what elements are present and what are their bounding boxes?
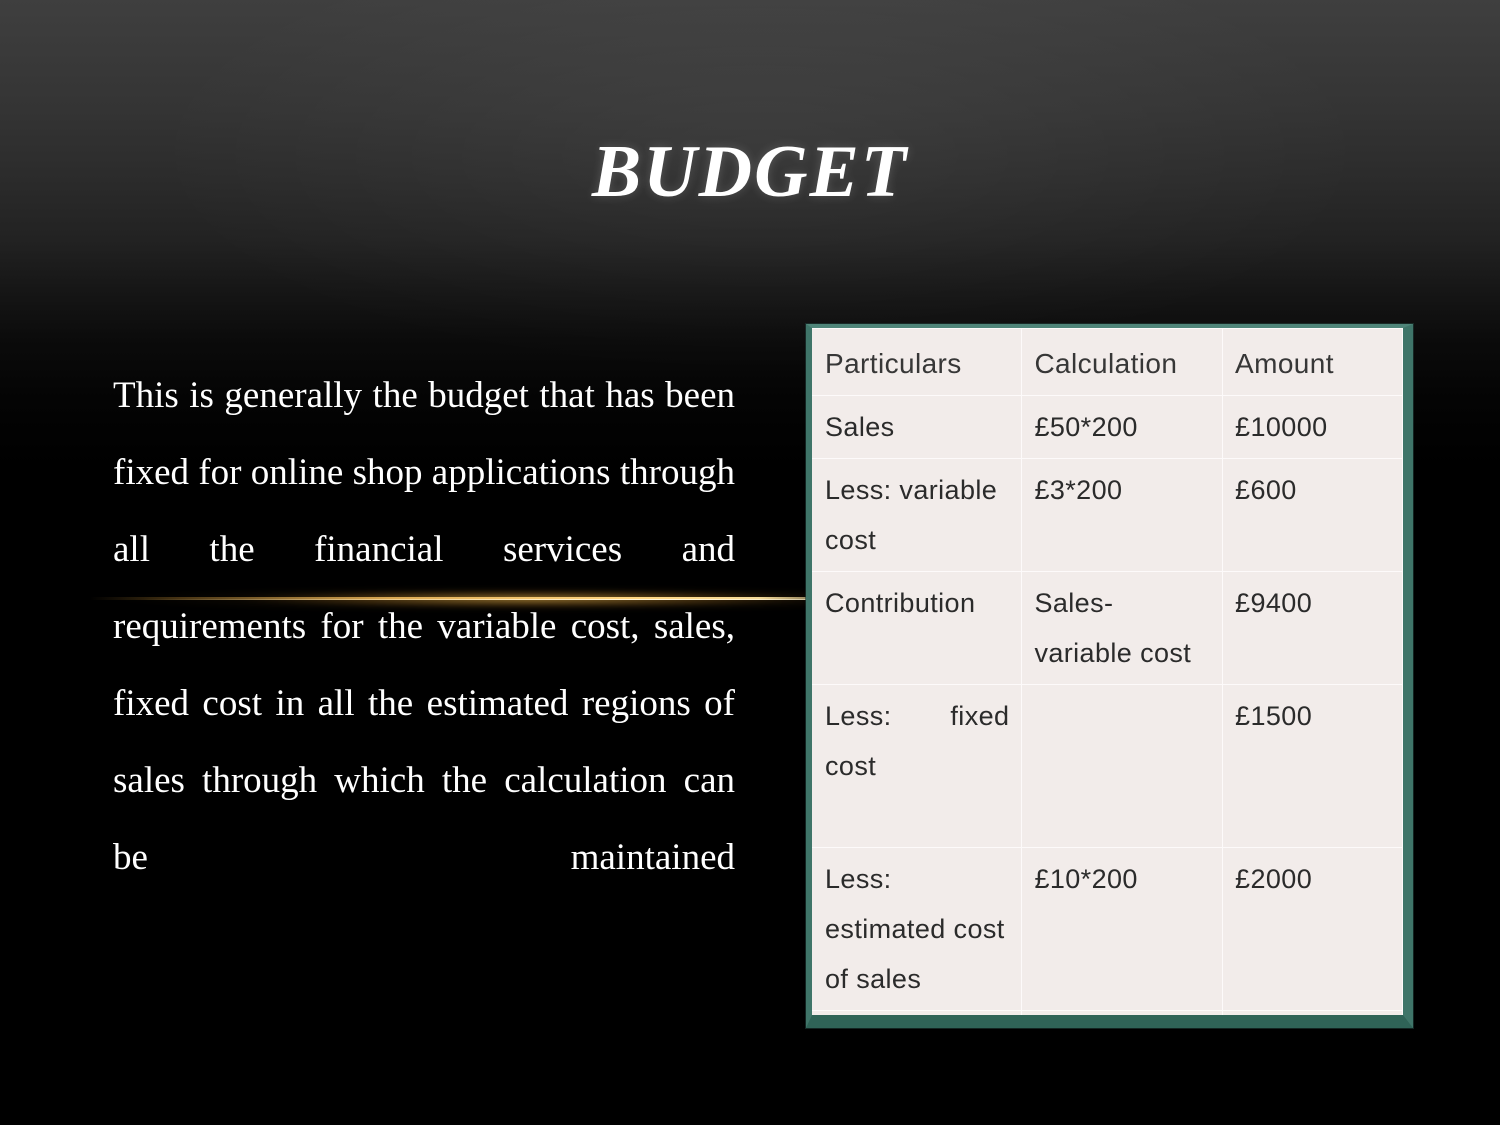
cell-particulars: Less: estimated cost of sales: [812, 847, 1023, 1011]
page-title: BUDGET: [591, 131, 909, 213]
body-paragraph: This is generally the budget that has be…: [113, 375, 735, 878]
cell-amount: £10000: [1222, 395, 1403, 459]
cell-amount: £2000: [1222, 847, 1403, 1011]
table-row: Sales £50*200 £10000: [812, 395, 1403, 459]
cell-calculation: £50*200: [1021, 395, 1224, 459]
budget-table-canvas: Particulars Calculation Amount Sales £50…: [812, 328, 1403, 1015]
cell-amount: £1500: [1222, 684, 1403, 848]
table-row: Less: estimated cost of sales £10*200 £2…: [812, 847, 1403, 1011]
cell-amount: £600: [1222, 458, 1403, 572]
cell-particulars: Contribution: [812, 571, 1023, 685]
table-row: Less: fixed cost £1500: [812, 684, 1403, 848]
cell-amount: £9400: [1222, 571, 1403, 685]
cell-particulars: Net profit: [812, 1010, 1023, 1015]
cell-calculation: [1021, 684, 1224, 848]
cell-calculation: £3*200: [1021, 458, 1224, 572]
column-header-particulars: Particulars: [812, 328, 1023, 396]
cell-calculation: £10*200: [1021, 847, 1224, 1011]
column-header-amount: Amount: [1222, 328, 1403, 396]
presentation-slide: BUDGET This is generally the budget that…: [0, 0, 1500, 1125]
table-row: Contribution Sales-variable cost £9400: [812, 571, 1403, 685]
cell-particulars: Less: variable cost: [812, 458, 1023, 572]
cell-particulars: Less: fixed cost: [812, 684, 1023, 848]
table-row: Net profit £5900: [812, 1010, 1403, 1015]
cell-calculation: [1021, 1010, 1224, 1015]
table-row: Less: variable cost £3*200 £600: [812, 458, 1403, 572]
cell-amount: £5900: [1222, 1010, 1403, 1015]
cell-particulars: Sales: [812, 395, 1023, 459]
cell-calculation: Sales-variable cost: [1021, 571, 1224, 685]
budget-table: Particulars Calculation Amount Sales £50…: [812, 328, 1403, 1015]
column-header-calculation: Calculation: [1021, 328, 1224, 396]
table-header-row: Particulars Calculation Amount: [812, 328, 1403, 396]
budget-table-image: Particulars Calculation Amount Sales £50…: [806, 324, 1413, 1028]
